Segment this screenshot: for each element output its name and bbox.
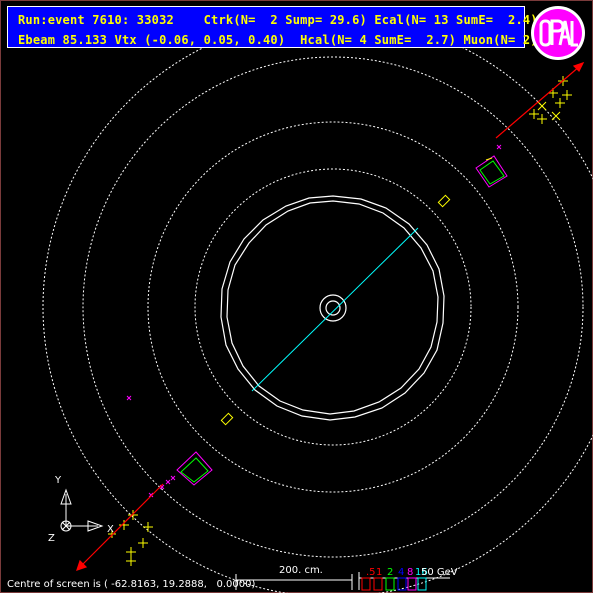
beam-pipe-inner [325, 300, 341, 316]
legend-item-4: 8 [407, 567, 414, 578]
hcal-outer-circle [82, 56, 584, 558]
hcal-cluster-upper [475, 155, 508, 188]
jet-chamber-outer [220, 195, 445, 421]
track-line [251, 227, 419, 392]
jet-chamber-inner [226, 200, 439, 415]
event-header-panel: Run:event 7610: 33032 Ctrk(N= 2 Sump= 29… [7, 6, 538, 48]
hcal-cluster-lower [176, 451, 213, 486]
header-line-2: Ebeam 85.133 Vtx (-0.06, 0.05, 0.40) Hca… [18, 33, 538, 47]
opal-logo [531, 6, 585, 60]
axis-x-label: X [107, 524, 114, 535]
legend-item-0: .5 [366, 567, 376, 578]
legend-item-2: 2 [387, 567, 394, 578]
tof-hit-upper [437, 194, 451, 208]
axis-indicator [60, 488, 104, 532]
beam-pipe-outer [319, 294, 347, 322]
hcal-inner-circle [147, 121, 519, 493]
ecal-hits-upper [529, 76, 572, 124]
axis-z-label: Z [48, 533, 55, 544]
legend-item-1: 1 [376, 567, 383, 578]
event-display-canvas[interactable] [0, 0, 593, 593]
centre-status-text: Centre of screen is ( -62.8163, 19.2888,… [7, 579, 256, 590]
ecal-hits-lower [108, 510, 153, 566]
ecal-circle [194, 168, 472, 446]
legend-item-6: 50 GeV [421, 567, 458, 578]
header-line-1: Run:event 7610: 33032 Ctrk(N= 2 Sump= 29… [18, 13, 538, 27]
scale-label: 200. cm. [279, 565, 323, 576]
muon-chamber-circle [42, 16, 593, 593]
tof-hit-lower [220, 412, 234, 426]
muon-arrow-upper [495, 61, 585, 139]
axis-y-label: Y [55, 475, 62, 486]
legend-item-3: 4 [398, 567, 405, 578]
